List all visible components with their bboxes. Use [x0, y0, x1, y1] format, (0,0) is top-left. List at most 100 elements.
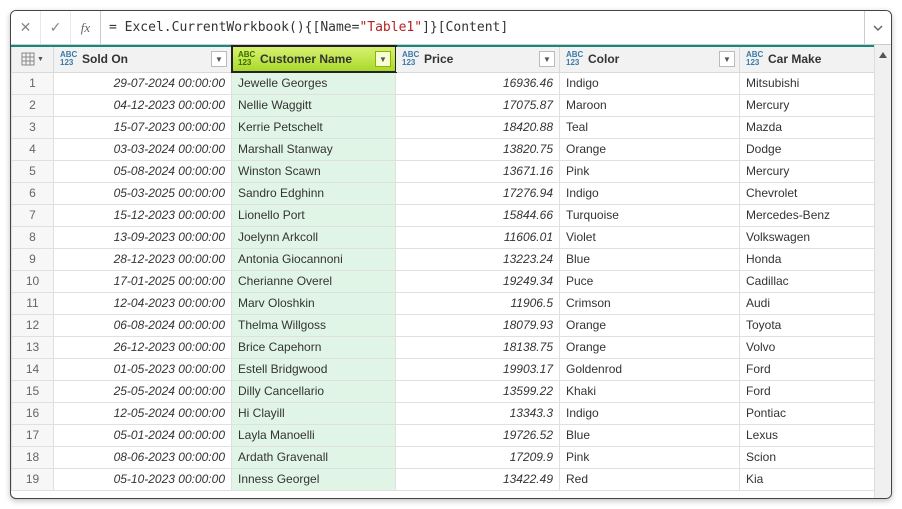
table-row[interactable]: 1017-01-2025 00:00:00Cherianne Overel192…	[12, 270, 875, 292]
cell-customer[interactable]: Ardath Gravenall	[232, 446, 396, 468]
cell-make[interactable]: Mitsubishi	[740, 72, 875, 94]
cell-soldon[interactable]: 29-07-2024 00:00:00	[54, 72, 232, 94]
cell-price[interactable]: 17209.9	[396, 446, 560, 468]
row-number[interactable]: 2	[12, 94, 54, 116]
confirm-icon[interactable]: ✓	[41, 11, 71, 44]
row-number[interactable]: 12	[12, 314, 54, 336]
cell-color[interactable]: Violet	[560, 226, 740, 248]
cell-soldon[interactable]: 26-12-2023 00:00:00	[54, 336, 232, 358]
row-number[interactable]: 1	[12, 72, 54, 94]
filter-dropdown-icon[interactable]: ▼	[539, 51, 555, 67]
cell-customer[interactable]: Dilly Cancellario	[232, 380, 396, 402]
cell-customer[interactable]: Thelma Willgoss	[232, 314, 396, 336]
cell-price[interactable]: 18138.75	[396, 336, 560, 358]
cell-soldon[interactable]: 05-08-2024 00:00:00	[54, 160, 232, 182]
cell-customer[interactable]: Hi Clayill	[232, 402, 396, 424]
cell-color[interactable]: Indigo	[560, 182, 740, 204]
table-row[interactable]: 813-09-2023 00:00:00Joelynn Arkcoll11606…	[12, 226, 875, 248]
row-number[interactable]: 3	[12, 116, 54, 138]
cell-soldon[interactable]: 04-12-2023 00:00:00	[54, 94, 232, 116]
cell-color[interactable]: Indigo	[560, 72, 740, 94]
cell-soldon[interactable]: 13-09-2023 00:00:00	[54, 226, 232, 248]
cell-customer[interactable]: Cherianne Overel	[232, 270, 396, 292]
cell-color[interactable]: Turquoise	[560, 204, 740, 226]
cell-make[interactable]: Lexus	[740, 424, 875, 446]
cell-price[interactable]: 11906.5	[396, 292, 560, 314]
cell-color[interactable]: Orange	[560, 336, 740, 358]
column-header-soldon[interactable]: ABC123 Sold On ▼	[54, 46, 232, 72]
cell-customer[interactable]: Inness Georgel	[232, 468, 396, 490]
table-row[interactable]: 1206-08-2024 00:00:00Thelma Willgoss1807…	[12, 314, 875, 336]
cell-make[interactable]: Toyota	[740, 314, 875, 336]
cell-make[interactable]: Scion	[740, 446, 875, 468]
cell-price[interactable]: 18079.93	[396, 314, 560, 336]
cell-make[interactable]: Mazda	[740, 116, 875, 138]
cell-customer[interactable]: Joelynn Arkcoll	[232, 226, 396, 248]
cell-color[interactable]: Blue	[560, 248, 740, 270]
row-number[interactable]: 17	[12, 424, 54, 446]
cell-customer[interactable]: Brice Capehorn	[232, 336, 396, 358]
table-row[interactable]: 505-08-2024 00:00:00Winston Scawn13671.1…	[12, 160, 875, 182]
cell-soldon[interactable]: 28-12-2023 00:00:00	[54, 248, 232, 270]
cell-color[interactable]: Pink	[560, 160, 740, 182]
table-row[interactable]: 1808-06-2023 00:00:00Ardath Gravenall172…	[12, 446, 875, 468]
row-number[interactable]: 6	[12, 182, 54, 204]
row-number[interactable]: 14	[12, 358, 54, 380]
table-settings-header[interactable]: ▼	[12, 46, 54, 72]
row-number[interactable]: 10	[12, 270, 54, 292]
cell-make[interactable]: Audi	[740, 292, 875, 314]
column-header-color[interactable]: ABC123 Color ▼	[560, 46, 740, 72]
cancel-icon[interactable]: ✕	[11, 11, 41, 44]
cell-price[interactable]: 17075.87	[396, 94, 560, 116]
cell-color[interactable]: Puce	[560, 270, 740, 292]
table-row[interactable]: 1401-05-2023 00:00:00Estell Bridgwood199…	[12, 358, 875, 380]
table-row[interactable]: 928-12-2023 00:00:00Antonia Giocannoni13…	[12, 248, 875, 270]
cell-price[interactable]: 19726.52	[396, 424, 560, 446]
cell-make[interactable]: Mercury	[740, 94, 875, 116]
cell-color[interactable]: Orange	[560, 314, 740, 336]
cell-price[interactable]: 17276.94	[396, 182, 560, 204]
cell-soldon[interactable]: 01-05-2023 00:00:00	[54, 358, 232, 380]
row-number[interactable]: 4	[12, 138, 54, 160]
cell-price[interactable]: 19903.17	[396, 358, 560, 380]
cell-customer[interactable]: Layla Manoelli	[232, 424, 396, 446]
cell-color[interactable]: Goldenrod	[560, 358, 740, 380]
cell-soldon[interactable]: 15-07-2023 00:00:00	[54, 116, 232, 138]
row-number[interactable]: 18	[12, 446, 54, 468]
cell-customer[interactable]: Antonia Giocannoni	[232, 248, 396, 270]
cell-color[interactable]: Red	[560, 468, 740, 490]
table-row[interactable]: 1112-04-2023 00:00:00Marv Oloshkin11906.…	[12, 292, 875, 314]
cell-make[interactable]: Mercury	[740, 160, 875, 182]
table-row[interactable]: 403-03-2024 00:00:00Marshall Stanway1382…	[12, 138, 875, 160]
cell-color[interactable]: Blue	[560, 424, 740, 446]
cell-price[interactable]: 13223.24	[396, 248, 560, 270]
cell-soldon[interactable]: 05-10-2023 00:00:00	[54, 468, 232, 490]
cell-price[interactable]: 13599.22	[396, 380, 560, 402]
cell-make[interactable]: Pontiac	[740, 402, 875, 424]
cell-customer[interactable]: Marv Oloshkin	[232, 292, 396, 314]
cell-soldon[interactable]: 12-05-2024 00:00:00	[54, 402, 232, 424]
cell-make[interactable]: Volkswagen	[740, 226, 875, 248]
cell-soldon[interactable]: 03-03-2024 00:00:00	[54, 138, 232, 160]
table-row[interactable]: 715-12-2023 00:00:00Lionello Port15844.6…	[12, 204, 875, 226]
cell-make[interactable]: Volvo	[740, 336, 875, 358]
row-number[interactable]: 11	[12, 292, 54, 314]
cell-customer[interactable]: Jewelle Georges	[232, 72, 396, 94]
row-number[interactable]: 13	[12, 336, 54, 358]
cell-color[interactable]: Orange	[560, 138, 740, 160]
cell-make[interactable]: Ford	[740, 358, 875, 380]
row-number[interactable]: 19	[12, 468, 54, 490]
cell-price[interactable]: 13820.75	[396, 138, 560, 160]
cell-customer[interactable]: Winston Scawn	[232, 160, 396, 182]
cell-make[interactable]: Honda	[740, 248, 875, 270]
expand-formula-icon[interactable]	[865, 11, 891, 44]
cell-make[interactable]: Cadillac	[740, 270, 875, 292]
cell-price[interactable]: 18420.88	[396, 116, 560, 138]
cell-price[interactable]: 19249.34	[396, 270, 560, 292]
cell-price[interactable]: 16936.46	[396, 72, 560, 94]
formula-input[interactable]: = Excel.CurrentWorkbook(){[Name="Table1"…	[101, 11, 865, 44]
fx-icon[interactable]: fx	[71, 11, 101, 44]
scroll-up-icon[interactable]	[878, 49, 888, 63]
cell-soldon[interactable]: 08-06-2023 00:00:00	[54, 446, 232, 468]
cell-color[interactable]: Crimson	[560, 292, 740, 314]
